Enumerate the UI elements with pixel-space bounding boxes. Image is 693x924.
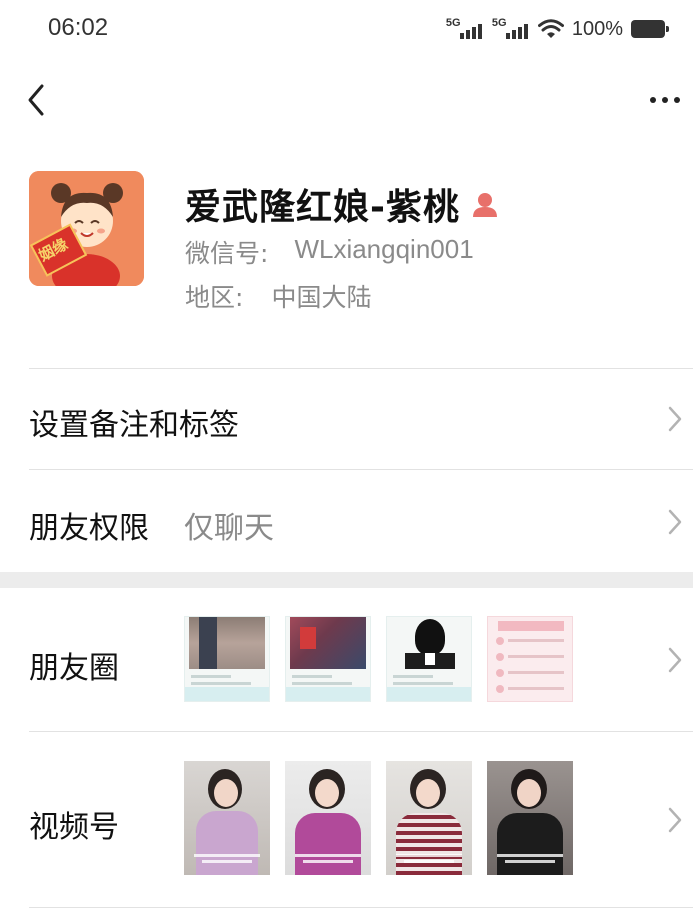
cellular-signal-icon: 5G [446,17,482,41]
chevron-right-icon [668,509,682,535]
moments-thumbnails [184,616,573,702]
moment-thumbnail [487,616,573,702]
cellular-signal-icon-2: 5G [492,17,528,41]
chevron-right-icon [668,807,682,833]
video-thumbnail [184,761,270,875]
battery-icon [631,20,669,38]
region-value: 中国大陆 [271,283,372,312]
network-type-2: 5G [491,17,507,29]
video-thumbnail [487,761,573,875]
more-dots-icon[interactable] [645,80,685,120]
wechat-id-label: 微信号: [185,239,269,268]
avatar[interactable]: 姻缘 [29,171,144,286]
profile-name: 爱武隆红娘-紫桃 [185,187,460,228]
video-thumbnail [285,761,371,875]
wechat-id-value: WLxiangqin001 [294,234,474,264]
status-time: 06:02 [48,14,109,41]
battery-percentage: 100% [571,17,623,40]
status-indicators: 5G 5G 100% [446,14,669,44]
network-type-1: 5G [445,17,461,29]
chevron-right-icon [668,406,682,432]
chevron-right-icon [668,647,682,673]
remark-tags-label: 设置备注和标签 [29,408,239,443]
wifi-icon [537,19,564,38]
friend-permission-row[interactable]: 朋友权限 仅聊天 [0,470,693,572]
section-gap [0,572,693,588]
matchmaker-avatar-illustration [29,171,144,286]
region-row: 地区: 中国大陆 [185,278,371,314]
profile-name-row: 爱武隆红娘-紫桃 [185,178,500,230]
moment-thumbnail [285,616,371,702]
status-bar: 06:02 5G 5G 100% [0,0,693,58]
channels-row[interactable]: 视频号 [0,732,693,907]
person-badge-icon [472,193,497,217]
region-label: 地区: [185,283,244,312]
moments-label: 朋友圈 [29,651,119,686]
moment-thumbnail [386,616,472,702]
remark-tags-row[interactable]: 设置备注和标签 [0,369,693,469]
wechat-id-row: 微信号: WLxiangqin001 [185,234,474,270]
divider [29,907,693,908]
friend-permission-label: 朋友权限 [29,511,149,546]
video-thumbnail [386,761,472,875]
channels-label: 视频号 [29,810,119,845]
moments-row[interactable]: 朋友圈 [0,588,693,731]
friend-permission-value: 仅聊天 [184,511,274,546]
chevron-left-icon[interactable] [20,80,54,120]
moment-thumbnail [184,616,270,702]
channels-thumbnails [184,761,573,875]
